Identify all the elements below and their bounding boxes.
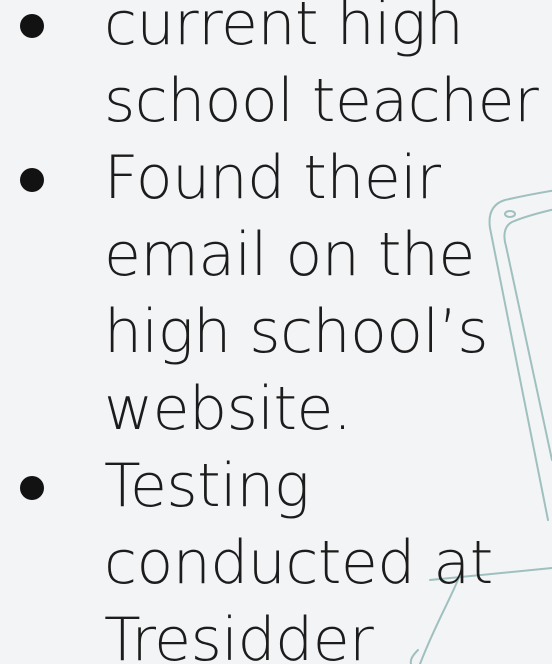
bullet-text: Found their email on the high school’s w…: [104, 143, 489, 444]
bullet-dot-icon: [20, 476, 44, 500]
bullet-list: current high school teacher Found their …: [0, 0, 552, 664]
bullet-item: current high school teacher: [0, 0, 552, 140]
bullet-text: Testing conducted at Tresidder: [104, 451, 493, 664]
bullet-item: Testing conducted at Tresidder: [0, 448, 552, 664]
bullet-text: current high school teacher: [104, 0, 539, 136]
bullet-dot-icon: [20, 14, 44, 38]
bullet-dot-icon: [20, 168, 44, 192]
bullet-item: Found their email on the high school’s w…: [0, 140, 552, 448]
slide: current high school teacher Found their …: [0, 0, 552, 664]
